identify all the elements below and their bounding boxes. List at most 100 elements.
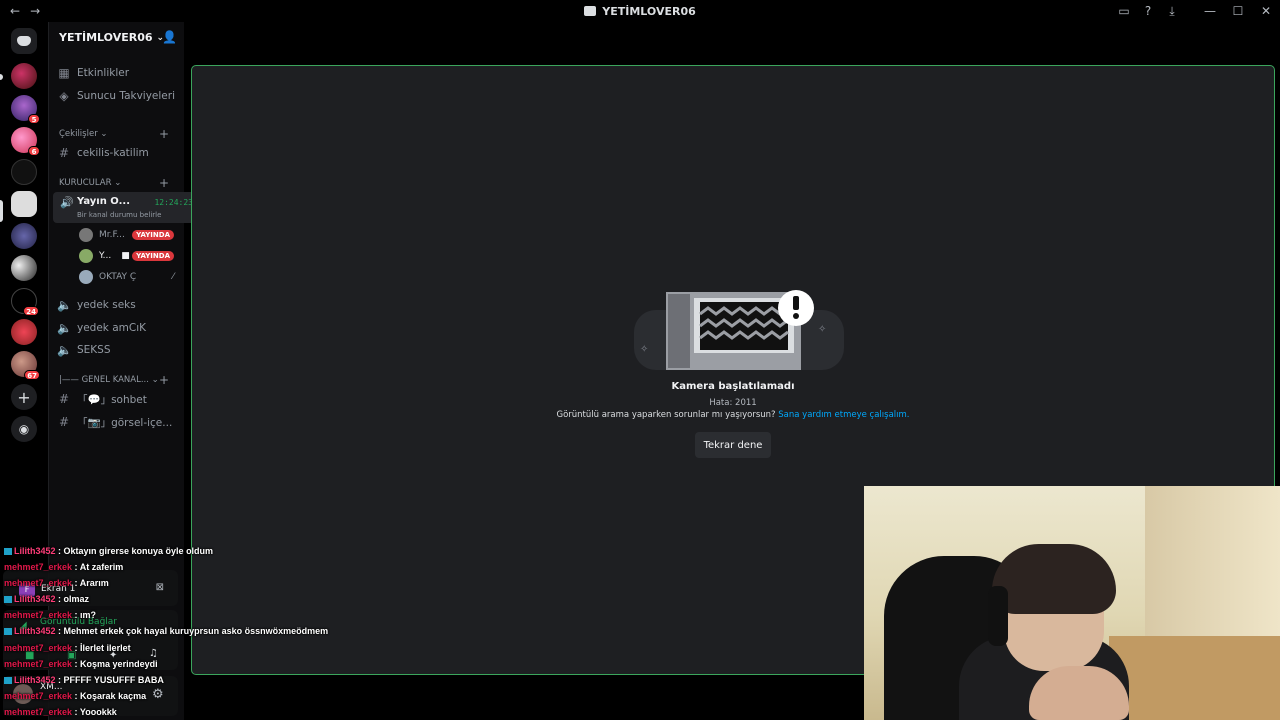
retry-button[interactable]: Tekrar dene — [695, 432, 771, 458]
server-icon-7[interactable] — [11, 255, 37, 281]
speaker-icon: 🔈 — [57, 321, 72, 335]
discover-button[interactable]: ◉ — [11, 416, 37, 442]
chat-username: Lilith3452 — [14, 674, 56, 685]
back-arrow-icon[interactable]: ← — [10, 4, 20, 18]
server-icon-8[interactable]: 24 — [11, 288, 39, 316]
title-bar: ← → YETİMLOVER06 ▭ ? ⤓ — ☐ ✕ — [0, 0, 1280, 22]
hash-icon: # — [58, 146, 70, 160]
discord-logo-icon — [17, 36, 31, 46]
server-icon-9[interactable] — [11, 319, 37, 345]
channel-sekss[interactable]: 🔈 SEKSS — [57, 340, 179, 360]
channel-cekilis-katilim[interactable]: # cekilis-katilim — [57, 143, 179, 163]
window-title-text: YETİMLOVER06 — [602, 4, 696, 18]
server-icon — [584, 6, 597, 16]
active-voice-channel[interactable]: 🔊 Yayın O... 12:24:23 Bir kanal durumu b… — [53, 192, 199, 223]
inbox-icon[interactable]: ▭ — [1112, 4, 1136, 18]
server-icon-4[interactable] — [11, 159, 37, 185]
voice-timer: 12:24:23 — [154, 198, 193, 207]
events-item[interactable]: ▦ Etkinlikler — [57, 63, 179, 83]
download-icon[interactable]: ⤓ — [1160, 4, 1184, 19]
server-icon-10[interactable]: 67 — [11, 351, 40, 380]
chat-message: Lilith3452 : Oktayın girerse konuya öyle… — [4, 543, 344, 559]
mention-badge: 24 — [23, 306, 39, 316]
add-channel-icon[interactable]: + — [159, 373, 169, 387]
subscriber-badge-icon — [4, 676, 12, 684]
live-badge: YAYINDA — [132, 230, 174, 240]
chat-username: Lilith3452 — [14, 546, 56, 556]
chat-text: : ım? — [72, 610, 97, 621]
help-link[interactable]: Sana yardım etmeye çalışalım. — [778, 410, 909, 420]
server-header[interactable]: YETİMLOVER06 ⌄ 👤 — [49, 22, 184, 53]
chat-username: mehmet7_erkek — [4, 610, 73, 621]
error-title: Kamera başlatılamadı — [671, 381, 795, 392]
voice-user[interactable]: Y... ■ YAYINDA — [79, 247, 174, 265]
voice-user[interactable]: OKTAY Ç ⁄ — [79, 268, 174, 286]
subscriber-badge-icon — [4, 596, 12, 604]
camera-error-illustration: ✖ ✧ ✧ — [634, 290, 844, 370]
avatar — [79, 228, 93, 242]
category-label: Çekilişler — [59, 129, 98, 139]
chat-message: mehmet7_erkek : İlerlet ilerlet — [4, 640, 344, 656]
chat-text: : At zaferim — [72, 562, 124, 573]
stream-chat-overlay: Lilith3452 : Oktayın girerse konuya öyle… — [4, 543, 344, 720]
category-cekilisler[interactable]: Çekilişler ⌄ + — [59, 127, 179, 141]
chat-username: mehmet7_erkek — [4, 690, 73, 701]
category-genel[interactable]: |—— GENEL KANAL... ⌄ + — [59, 373, 179, 387]
server-icon-5[interactable] — [11, 191, 37, 217]
channel-label: yedek seks — [77, 299, 136, 311]
channel-sohbet[interactable]: # 「💬」sohbet — [57, 389, 179, 409]
forward-arrow-icon[interactable]: → — [30, 4, 40, 18]
add-channel-icon[interactable]: + — [159, 127, 169, 141]
server-icon-3[interactable]: 6 — [11, 127, 40, 156]
chat-message: Lilith3452 : PFFFF YUSUFFF BABA — [4, 672, 344, 688]
speaker-icon: 🔊 — [60, 196, 74, 209]
chat-text: : Koşma yerindeydi — [72, 658, 158, 669]
chat-text: : olmaz — [55, 594, 90, 605]
chat-message: mehmet7_erkek : Ararım — [4, 575, 344, 591]
category-kurucular[interactable]: KURUCULAR ⌄ + — [59, 176, 179, 190]
unread-pill — [0, 74, 3, 80]
channel-gorsel[interactable]: # 「📷」görsel-içe... — [57, 412, 179, 432]
chat-username: mehmet7_erkek — [4, 578, 73, 589]
live-badge: YAYINDA — [132, 251, 174, 261]
chat-text: : İlerlet ilerlet — [72, 642, 131, 653]
compass-icon: ◉ — [18, 422, 30, 436]
channel-label: SEKSS — [77, 344, 111, 356]
home-button[interactable] — [11, 28, 37, 54]
avatar — [79, 249, 93, 263]
error-code: Hata: 2011 — [709, 398, 757, 408]
boost-icon: ◈ — [59, 89, 69, 103]
channel-yedek-amcik[interactable]: 🔈 yedek amCıK — [57, 318, 179, 338]
hash-icon: # — [58, 415, 70, 429]
chat-text: : Oktayın girerse konuya öyle oldum — [55, 546, 214, 556]
speaker-icon: 🔈 — [57, 298, 72, 312]
invite-people-icon[interactable]: 👤 — [162, 30, 177, 44]
chat-message: mehmet7_erkek : Koşma yerindeydi — [4, 656, 344, 672]
help-icon[interactable]: ? — [1136, 4, 1160, 18]
minimize-icon[interactable]: — — [1196, 4, 1224, 18]
boosts-label: Sunucu Takviyeleri — [77, 90, 176, 102]
subscriber-badge-icon — [4, 548, 12, 555]
chat-username: mehmet7_erkek — [4, 706, 73, 717]
channel-yedek-seks[interactable]: 🔈 yedek seks — [57, 295, 179, 315]
server-icon-2[interactable]: 5 — [11, 95, 40, 124]
voice-user-name: Mr.F... — [99, 230, 125, 240]
events-label: Etkinlikler — [77, 67, 130, 79]
add-server-button[interactable]: + — [11, 384, 37, 410]
chat-message: Lilith3452 : olmaz — [4, 591, 344, 607]
svg-text:✧: ✧ — [640, 344, 648, 355]
boosts-item[interactable]: ◈ Sunucu Takviyeleri — [57, 86, 179, 106]
webcam-overlay — [864, 486, 1280, 720]
server-icon-1[interactable] — [11, 63, 37, 89]
channel-label: cekilis-katilim — [77, 147, 149, 159]
server-icon-6[interactable] — [11, 223, 37, 249]
channel-label: 「💬」sohbet — [77, 393, 147, 406]
maximize-icon[interactable]: ☐ — [1224, 4, 1252, 18]
close-icon[interactable]: ✕ — [1252, 4, 1280, 18]
speaker-icon: 🔈 — [57, 343, 72, 357]
help-text: Görüntülü arama yaparken sorunlar mı yaş… — [556, 410, 776, 420]
add-channel-icon[interactable]: + — [159, 176, 169, 190]
chat-message: mehmet7_erkek : ım? — [4, 607, 344, 623]
voice-user[interactable]: Mr.F... YAYINDA — [79, 226, 174, 244]
channel-status-hint[interactable]: Bir kanal durumu belirle — [77, 211, 161, 219]
